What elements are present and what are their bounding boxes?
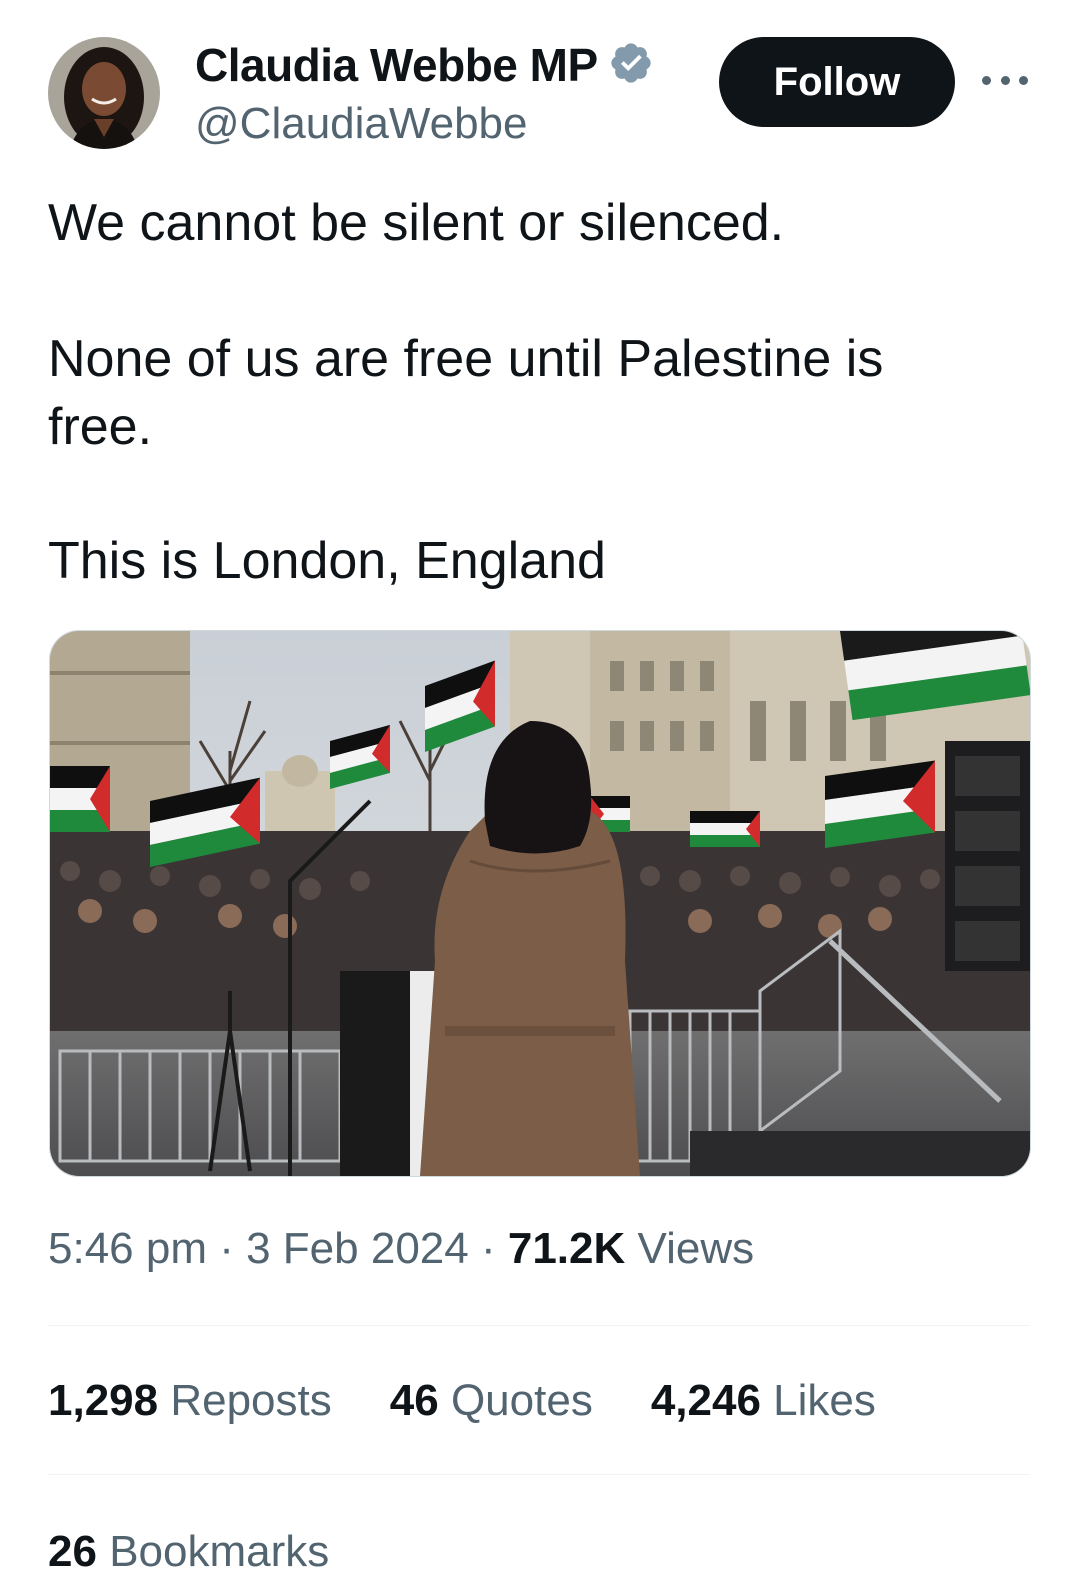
tweet-text-line: None of us are free until Palestine is [48,330,884,388]
views-count: 71.2K [507,1224,626,1273]
verified-badge-icon [608,40,654,91]
meta-separator: · [480,1224,496,1273]
likes-label: Likes [773,1376,876,1425]
display-name[interactable]: Claudia Webbe MP [195,38,598,92]
follow-button[interactable]: Follow [719,37,955,127]
quotes-stat[interactable]: 46 Quotes [390,1374,593,1428]
reposts-label: Reposts [170,1376,332,1425]
meta-separator: · [219,1224,234,1273]
avatar-image [48,37,160,149]
bookmarks-stat[interactable]: 26 Bookmarks [48,1525,329,1579]
engagement-stats: 1,298 Reposts 46 Quotes 4,246 Likes [48,1374,934,1428]
author-name-row[interactable]: Claudia Webbe MP [195,38,654,92]
tweet-time[interactable]: 5:46 pm [48,1224,207,1273]
views-label: Views [637,1224,755,1273]
tweet-text-line: We cannot be silent or silenced. [48,194,785,252]
likes-stat[interactable]: 4,246 Likes [651,1374,876,1428]
bookmarks-count: 26 [48,1527,97,1576]
reposts-count: 1,298 [48,1376,159,1425]
tweet-media-image[interactable] [49,630,1031,1177]
quotes-label: Quotes [450,1376,593,1425]
quotes-count: 46 [389,1376,439,1425]
rally-photo [50,631,1030,1176]
tweet-text-line: free. [48,398,153,456]
divider [48,1474,1030,1475]
bookmarks-label: Bookmarks [109,1527,330,1576]
tweet-meta: 5:46 pm · 3 Feb 2024 · 71.2K Views [48,1222,754,1276]
divider [48,1325,1030,1326]
avatar[interactable] [48,37,160,149]
tweet-date[interactable]: 3 Feb 2024 [246,1224,469,1273]
tweet-text-line: This is London, England [48,532,606,590]
more-horizontal-icon[interactable] [982,70,1028,90]
reposts-stat[interactable]: 1,298 Reposts [48,1374,332,1428]
likes-count: 4,246 [650,1376,761,1425]
author-handle[interactable]: @ClaudiaWebbe [195,98,528,150]
